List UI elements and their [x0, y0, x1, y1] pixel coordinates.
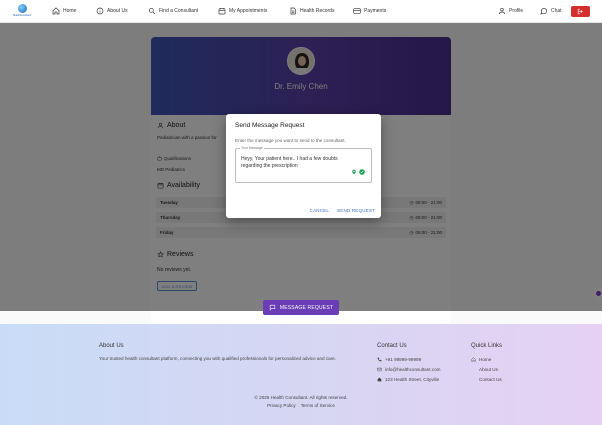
nav-records-label: Health Records [300, 8, 335, 14]
nav-payments[interactable]: Payments [353, 7, 386, 15]
phone-text: +91 99999-99999 [385, 357, 422, 362]
email-text[interactable]: info@healthconsultant.com [385, 367, 440, 372]
footer-phone: +91 99999-99999 [377, 357, 421, 362]
footer-contact-title: Contact Us [377, 343, 407, 349]
nav-health-records[interactable]: Health Records [289, 7, 334, 15]
terms-link[interactable]: Terms of Service [301, 403, 335, 408]
nav-chat[interactable]: Chat [540, 7, 562, 15]
footer-links-title: Quick Links [471, 343, 503, 349]
footer-about-title: About Us [99, 343, 124, 349]
footer-link-about[interactable]: About Us [471, 367, 498, 372]
user-icon [499, 8, 505, 15]
footer-address: 123 Health Street, Cityville [377, 377, 439, 382]
credit-card-icon [353, 8, 361, 14]
message-icon [269, 304, 275, 311]
footer-link-contact[interactable]: Contact Us [471, 377, 502, 382]
info-icon [96, 7, 104, 15]
footer-email: info@healthconsultant.com [377, 367, 440, 372]
link-home-label: Home [479, 357, 492, 362]
home-icon [377, 377, 382, 382]
nav-find-label: Find a Consultant [159, 8, 199, 14]
logout-icon [577, 8, 583, 15]
search-icon [149, 7, 156, 15]
home-icon [52, 7, 60, 15]
nav-about-label: About Us [107, 8, 128, 14]
nav-appointments[interactable]: My Appointments [218, 7, 267, 15]
home-icon [471, 357, 476, 362]
cancel-button[interactable]: CANCEL [310, 208, 329, 213]
main-content: Dr. Emily Chen About Pediatrician with a… [0, 23, 602, 324]
footer-legal-links: Privacy Policy Terms of Service [0, 403, 602, 408]
message-request-button[interactable]: MESSAGE REQUEST [263, 300, 339, 315]
address-text: 123 Health Street, Cityville [385, 377, 440, 382]
dialog-actions: CANCEL SEND REQUEST [310, 208, 375, 213]
grammar-check-icon[interactable] [359, 169, 365, 175]
dialog-title: Send Message Request [235, 122, 305, 129]
site-footer: About Us Your trusted health consultant … [0, 324, 602, 425]
nav-profile[interactable]: Profile [498, 7, 523, 15]
email-icon [377, 367, 382, 372]
chat-icon [540, 8, 547, 15]
message-field-value[interactable]: Heyy, Your patient here.. I had a few do… [241, 156, 349, 170]
nav-chat-label: Chat [551, 8, 562, 14]
footer-about-text: Your trusted health consultant platform,… [99, 356, 337, 361]
field-icons [351, 169, 365, 175]
calendar-icon [218, 8, 226, 15]
nav-find-consultant[interactable]: Find a Consultant [148, 7, 198, 15]
nav-about[interactable]: About Us [96, 7, 128, 15]
privacy-policy-link[interactable]: Privacy Policy [267, 403, 296, 408]
footer-link-home[interactable]: Home [471, 357, 491, 362]
globe-icon [17, 4, 27, 13]
location-pin-icon [352, 169, 356, 175]
copyright-text: © 2025 Health Consultant. All rights res… [254, 395, 348, 400]
send-request-button[interactable]: SEND REQUEST [337, 208, 375, 213]
phone-icon [377, 357, 382, 362]
dialog-description: Enter the message you want to send to th… [235, 138, 346, 143]
message-textarea[interactable]: Your Message Heyy, Your patient here.. I… [235, 146, 372, 183]
nav-payments-label: Payments [364, 8, 387, 14]
send-message-dialog: Send Message Request Enter the message y… [226, 114, 381, 218]
top-navbar: HealthConsultant Home About Us Find a Co… [0, 0, 602, 23]
logout-button[interactable] [571, 6, 590, 17]
document-icon [290, 7, 296, 15]
nav-profile-label: Profile [509, 8, 524, 14]
logo-text: HealthConsultant [12, 14, 32, 17]
brand-logo[interactable]: HealthConsultant [11, 4, 33, 20]
nav-home-label: Home [63, 8, 77, 14]
message-field-label: Your Message [240, 146, 264, 150]
message-request-label: MESSAGE REQUEST [279, 304, 334, 311]
nav-home[interactable]: Home [52, 7, 76, 15]
nav-appointments-label: My Appointments [229, 8, 268, 14]
